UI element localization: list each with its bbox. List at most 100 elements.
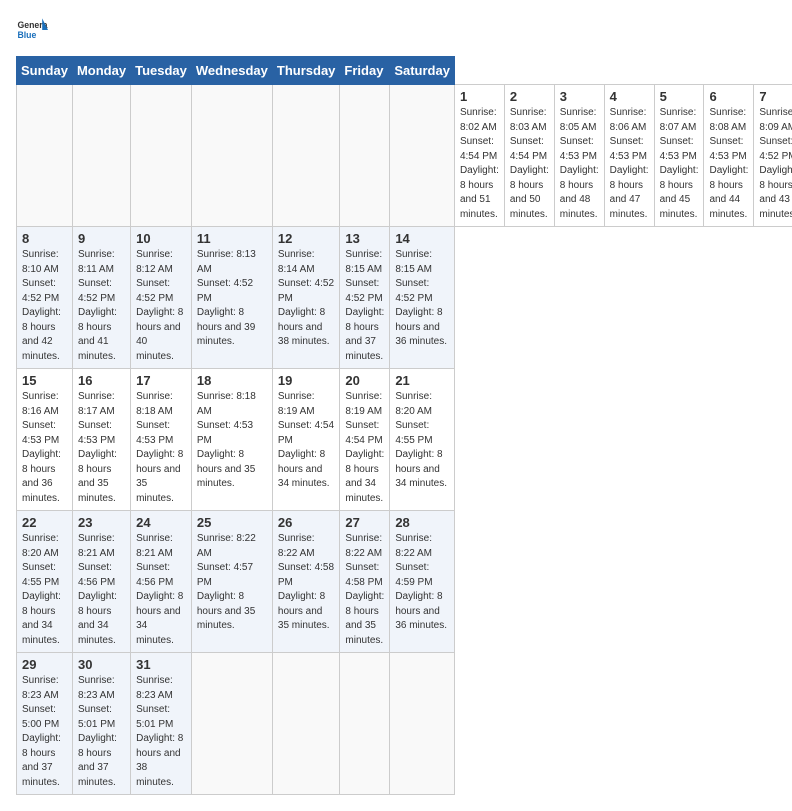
day-number: 30 — [78, 657, 125, 672]
calendar-cell: 10 Sunrise: 8:12 AMSunset: 4:52 PMDayligh… — [131, 227, 192, 369]
calendar-cell: 28 Sunrise: 8:22 AMSunset: 4:59 PMDayligh… — [390, 511, 455, 653]
col-header-tuesday: Tuesday — [131, 57, 192, 85]
calendar-cell: 1 Sunrise: 8:02 AMSunset: 4:54 PMDaylight… — [454, 85, 504, 227]
cell-info: Sunrise: 8:12 AMSunset: 4:52 PMDaylight:… — [136, 248, 186, 364]
logo: General Blue — [16, 16, 48, 44]
calendar-cell — [131, 85, 192, 227]
svg-text:Blue: Blue — [17, 30, 36, 40]
day-number: 12 — [278, 231, 335, 246]
calendar-week-1: 1 Sunrise: 8:02 AMSunset: 4:54 PMDaylight… — [17, 85, 792, 227]
calendar-cell: 5Sunrise: 8:07 AMSunset: 4:53 PMDaylight… — [654, 85, 704, 227]
cell-info: Sunrise: 8:11 AMSunset: 4:52 PMDaylight:… — [78, 248, 125, 364]
cell-info: Sunrise: 8:08 AMSunset: 4:53 PMDaylight:… — [709, 106, 748, 222]
day-number: 26 — [278, 515, 335, 530]
day-number: 17 — [136, 373, 186, 388]
day-number: 15 — [22, 373, 67, 388]
calendar-cell: 22Sunrise: 8:20 AMSunset: 4:55 PMDayligh… — [17, 511, 73, 653]
col-header-thursday: Thursday — [272, 57, 340, 85]
day-number: 3 — [560, 89, 599, 104]
calendar-week-5: 29Sunrise: 8:23 AMSunset: 5:00 PMDayligh… — [17, 653, 792, 795]
calendar-cell: 17 Sunrise: 8:18 AMSunset: 4:53 PMDayligh… — [131, 369, 192, 511]
calendar-cell: 24Sunrise: 8:21 AMSunset: 4:56 PMDayligh… — [131, 511, 192, 653]
calendar-cell: 27Sunrise: 8:22 AMSunset: 4:58 PMDayligh… — [340, 511, 390, 653]
cell-info: Sunrise: 8:07 AMSunset: 4:53 PMDaylight:… — [660, 106, 699, 222]
day-number: 4 — [610, 89, 649, 104]
cell-info: Sunrise: 8:14 AMSunset: 4:52 PMDaylight:… — [278, 248, 335, 350]
cell-info: Sunrise: 8:22 AMSunset: 4:58 PMDaylight:… — [345, 532, 384, 648]
day-number: 18 — [197, 373, 267, 388]
calendar-header-row: SundayMondayTuesdayWednesdayThursdayFrid… — [17, 57, 792, 85]
cell-info: Sunrise: 8:10 AMSunset: 4:52 PMDaylight:… — [22, 248, 67, 364]
day-number: 31 — [136, 657, 186, 672]
cell-info: Sunrise: 8:17 AMSunset: 4:53 PMDaylight:… — [78, 390, 125, 506]
cell-info: Sunrise: 8:15 AMSunset: 4:52 PMDaylight:… — [345, 248, 384, 364]
cell-info: Sunrise: 8:13 AMSunset: 4:52 PMDaylight:… — [197, 248, 267, 350]
calendar-cell: 31 Sunrise: 8:23 AMSunset: 5:01 PMDayligh… — [131, 653, 192, 795]
calendar-cell — [340, 85, 390, 227]
day-number: 25 — [197, 515, 267, 530]
calendar-cell: 18 Sunrise: 8:18 AMSunset: 4:53 PMDayligh… — [191, 369, 272, 511]
col-header-friday: Friday — [340, 57, 390, 85]
calendar-cell: 19Sunrise: 8:19 AMSunset: 4:54 PMDayligh… — [272, 369, 340, 511]
day-number: 14 — [395, 231, 449, 246]
day-number: 16 — [78, 373, 125, 388]
calendar-table: SundayMondayTuesdayWednesdayThursdayFrid… — [16, 56, 792, 795]
calendar-cell — [72, 85, 130, 227]
day-number: 11 — [197, 231, 267, 246]
calendar-cell — [272, 653, 340, 795]
cell-info: Sunrise: 8:23 AMSunset: 5:01 PMDaylight:… — [136, 674, 186, 790]
calendar-cell: 8 Sunrise: 8:10 AMSunset: 4:52 PMDaylight… — [17, 227, 73, 369]
calendar-cell — [272, 85, 340, 227]
day-number: 8 — [22, 231, 67, 246]
cell-info: Sunrise: 8:02 AMSunset: 4:54 PMDaylight:… — [460, 106, 499, 222]
calendar-cell: 6 Sunrise: 8:08 AMSunset: 4:53 PMDaylight… — [704, 85, 754, 227]
calendar-cell: 7 Sunrise: 8:09 AMSunset: 4:52 PMDaylight… — [754, 85, 792, 227]
col-header-wednesday: Wednesday — [191, 57, 272, 85]
day-number: 9 — [78, 231, 125, 246]
cell-info: Sunrise: 8:18 AMSunset: 4:53 PMDaylight:… — [197, 390, 267, 492]
calendar-cell: 23 Sunrise: 8:21 AMSunset: 4:56 PMDayligh… — [72, 511, 130, 653]
day-number: 6 — [709, 89, 748, 104]
calendar-week-3: 15Sunrise: 8:16 AMSunset: 4:53 PMDayligh… — [17, 369, 792, 511]
calendar-week-2: 8 Sunrise: 8:10 AMSunset: 4:52 PMDaylight… — [17, 227, 792, 369]
day-number: 28 — [395, 515, 449, 530]
day-number: 22 — [22, 515, 67, 530]
cell-info: Sunrise: 8:18 AMSunset: 4:53 PMDaylight:… — [136, 390, 186, 506]
cell-info: Sunrise: 8:23 AMSunset: 5:00 PMDaylight:… — [22, 674, 67, 790]
cell-info: Sunrise: 8:06 AMSunset: 4:53 PMDaylight:… — [610, 106, 649, 222]
cell-info: Sunrise: 8:22 AMSunset: 4:57 PMDaylight:… — [197, 532, 267, 634]
day-number: 10 — [136, 231, 186, 246]
calendar-cell — [191, 85, 272, 227]
calendar-cell: 16 Sunrise: 8:17 AMSunset: 4:53 PMDayligh… — [72, 369, 130, 511]
cell-info: Sunrise: 8:22 AMSunset: 4:58 PMDaylight:… — [278, 532, 335, 634]
calendar-cell: 15Sunrise: 8:16 AMSunset: 4:53 PMDayligh… — [17, 369, 73, 511]
calendar-cell: 3Sunrise: 8:05 AMSunset: 4:53 PMDaylight… — [554, 85, 604, 227]
calendar-cell: 20Sunrise: 8:19 AMSunset: 4:54 PMDayligh… — [340, 369, 390, 511]
day-number: 2 — [510, 89, 549, 104]
calendar-week-4: 22Sunrise: 8:20 AMSunset: 4:55 PMDayligh… — [17, 511, 792, 653]
col-header-sunday: Sunday — [17, 57, 73, 85]
cell-info: Sunrise: 8:03 AMSunset: 4:54 PMDaylight:… — [510, 106, 549, 222]
day-number: 13 — [345, 231, 384, 246]
cell-info: Sunrise: 8:09 AMSunset: 4:52 PMDaylight:… — [759, 106, 792, 222]
calendar-cell: 26 Sunrise: 8:22 AMSunset: 4:58 PMDayligh… — [272, 511, 340, 653]
cell-info: Sunrise: 8:21 AMSunset: 4:56 PMDaylight:… — [78, 532, 125, 648]
day-number: 1 — [460, 89, 499, 104]
calendar-cell: 30 Sunrise: 8:23 AMSunset: 5:01 PMDayligh… — [72, 653, 130, 795]
calendar-cell: 21Sunrise: 8:20 AMSunset: 4:55 PMDayligh… — [390, 369, 455, 511]
calendar-cell — [390, 653, 455, 795]
col-header-saturday: Saturday — [390, 57, 455, 85]
calendar-cell — [191, 653, 272, 795]
cell-info: Sunrise: 8:23 AMSunset: 5:01 PMDaylight:… — [78, 674, 125, 790]
calendar-cell: 4 Sunrise: 8:06 AMSunset: 4:53 PMDaylight… — [604, 85, 654, 227]
day-number: 19 — [278, 373, 335, 388]
cell-info: Sunrise: 8:22 AMSunset: 4:59 PMDaylight:… — [395, 532, 449, 634]
cell-info: Sunrise: 8:15 AMSunset: 4:52 PMDaylight:… — [395, 248, 449, 350]
day-number: 21 — [395, 373, 449, 388]
calendar-cell — [390, 85, 455, 227]
day-number: 23 — [78, 515, 125, 530]
cell-info: Sunrise: 8:19 AMSunset: 4:54 PMDaylight:… — [345, 390, 384, 506]
calendar-cell: 14 Sunrise: 8:15 AMSunset: 4:52 PMDayligh… — [390, 227, 455, 369]
calendar-cell: 29Sunrise: 8:23 AMSunset: 5:00 PMDayligh… — [17, 653, 73, 795]
day-number: 7 — [759, 89, 792, 104]
